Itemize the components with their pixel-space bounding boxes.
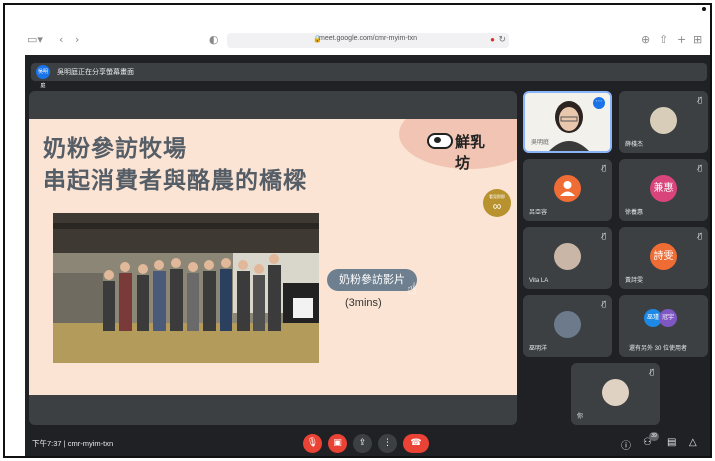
mic-off-icon: 🎙̸ (601, 164, 606, 172)
participant-tile[interactable]: 🎙̸ 詩雯 黃詩雯 (619, 227, 708, 289)
slide-title-line2: 串起消費者與酪農的橋樑 (43, 168, 307, 194)
mic-off-icon: 🎙̸ (697, 164, 702, 172)
avatar-initials: 詩雯 (650, 243, 677, 270)
corner-dot (702, 7, 706, 11)
shared-slide: 奶粉參訪牧場 串起消費者與酪農的橋樑 鮮乳坊 看見即即 ∞ 奶粉參訪影片 (3m… (29, 119, 517, 395)
mic-off-icon: 🎙̸ (697, 96, 702, 104)
avatar-photo (602, 379, 629, 406)
cow-logo-icon (427, 133, 453, 149)
participant-name: 呂亞容 (529, 210, 548, 216)
participant-count-badge: 39 (649, 432, 659, 441)
control-bar: 下午7:37 | cmr-myim-txn 🎙 ▣ ⇪ ⋮ ☎ ⓘ ⚇ 39 ▤… (25, 430, 710, 456)
mic-off-icon: 🎙̸ (601, 300, 606, 308)
screenshot-frame: ▭▾ ‹ › ◐ 🔒 meet.google.com/cmr-myim-txn … (3, 3, 712, 458)
mic-off-icon: 🎙̸ (649, 368, 654, 376)
presenting-text: 吳明庭正在分享螢幕畫面 (57, 69, 134, 76)
more-options-icon[interactable]: ⋯ (593, 97, 605, 109)
participant-tile[interactable]: 🎙̸ 巫明洋 (523, 295, 612, 357)
hand-cursor-icon: ☝ (407, 281, 417, 298)
presentation-area: 奶粉參訪牧場 串起消費者與酪農的橋樑 鮮乳坊 看見即即 ∞ 奶粉參訪影片 (3m… (29, 91, 517, 425)
avatar-generic-person-icon (554, 175, 581, 202)
presenter-avatar: 吳明庭 (36, 65, 50, 89)
avatar-initials: 兼惠 (650, 175, 677, 202)
mic-off-icon: 🎙̸ (601, 232, 606, 240)
infinity-icon: ∞ (492, 199, 502, 213)
video-duration: (3mins) (345, 297, 382, 309)
participant-tile[interactable]: 🎙̸ Vita LA (523, 227, 612, 289)
reload-icon[interactable]: ↻ (498, 34, 506, 45)
participant-name: 巫明洋 (529, 346, 548, 352)
chat-icon[interactable]: ▤ (667, 437, 676, 448)
participant-name: 你 (577, 414, 584, 420)
new-tab-icon[interactable]: + (677, 33, 686, 47)
meet-window: 吳明庭 吳明庭正在分享螢幕畫面 奶粉參訪牧場 串起消費者與酪農的橋樑 鮮乳坊 看… (25, 55, 710, 456)
back-icon[interactable]: ‹ (59, 33, 63, 47)
sidebar-icon[interactable]: ▭▾ (27, 33, 43, 47)
self-tile[interactable]: 🎙̸ 你 (571, 363, 660, 425)
brand-logo: 鮮乳坊 (427, 131, 497, 172)
activities-icon[interactable]: △ (689, 437, 697, 448)
shield-icon[interactable]: ◐ (209, 33, 219, 47)
presenting-banner: 吳明庭 吳明庭正在分享螢幕畫面 (31, 63, 707, 89)
others-tile[interactable]: 巫瑾 冠宇 還有另外 30 位使用者 (619, 295, 708, 357)
end-call-button[interactable]: ☎ (403, 434, 429, 453)
camera-off-button[interactable]: ▣ (328, 434, 347, 453)
url-text: meet.google.com/cmr-myim-txn (318, 35, 418, 42)
slide-badge: 看見即即 ∞ (483, 189, 511, 217)
participant-tile[interactable]: 🎙̸ 兼惠 徐養惠 (619, 159, 708, 221)
meeting-info: 下午7:37 | cmr-myim-txn (32, 439, 114, 448)
share-icon[interactable]: ⇧ (659, 33, 668, 47)
participant-name: 吳明庭 (531, 140, 550, 146)
brand-name: 鮮乳坊 (455, 133, 486, 172)
avatar-initials: 冠宇 (659, 309, 677, 327)
participant-name: Vita LA (529, 278, 549, 284)
address-bar[interactable]: 🔒 meet.google.com/cmr-myim-txn ● ↻ (227, 33, 509, 48)
mic-icon[interactable]: ● (490, 35, 495, 44)
more-options-button[interactable]: ⋮ (378, 434, 397, 453)
participant-tile[interactable]: 🎙̸ 薛棧杰 (619, 91, 708, 153)
forward-icon[interactable]: › (75, 33, 79, 47)
avatar-photo (554, 311, 581, 338)
participant-tile-presenter[interactable]: ⋯ 吳明庭 (523, 91, 612, 153)
info-icon[interactable]: ⓘ (621, 437, 631, 452)
slide-title-line1: 奶粉參訪牧場 (43, 136, 187, 162)
participant-name: 徐養惠 (625, 210, 644, 216)
mic-off-button[interactable]: 🎙 (303, 434, 322, 453)
participant-tile[interactable]: 🎙̸ 呂亞容 (523, 159, 612, 221)
participant-name: 薛棧杰 (625, 142, 644, 148)
avatar-photo (650, 107, 677, 134)
farm-group-photo (53, 213, 319, 363)
others-count-label: 還有另外 30 位使用者 (629, 346, 688, 352)
browser-toolbar: ▭▾ ‹ › ◐ 🔒 meet.google.com/cmr-myim-txn … (5, 27, 710, 53)
tabs-grid-icon[interactable]: ⊞ (693, 33, 702, 47)
download-icon[interactable]: ⊕ (641, 33, 650, 47)
mic-off-icon: 🎙̸ (697, 232, 702, 240)
participant-name: 黃詩雯 (625, 278, 644, 284)
video-button[interactable]: 奶粉參訪影片 (327, 269, 417, 291)
avatar-photo (554, 243, 581, 270)
present-button[interactable]: ⇪ (353, 434, 372, 453)
